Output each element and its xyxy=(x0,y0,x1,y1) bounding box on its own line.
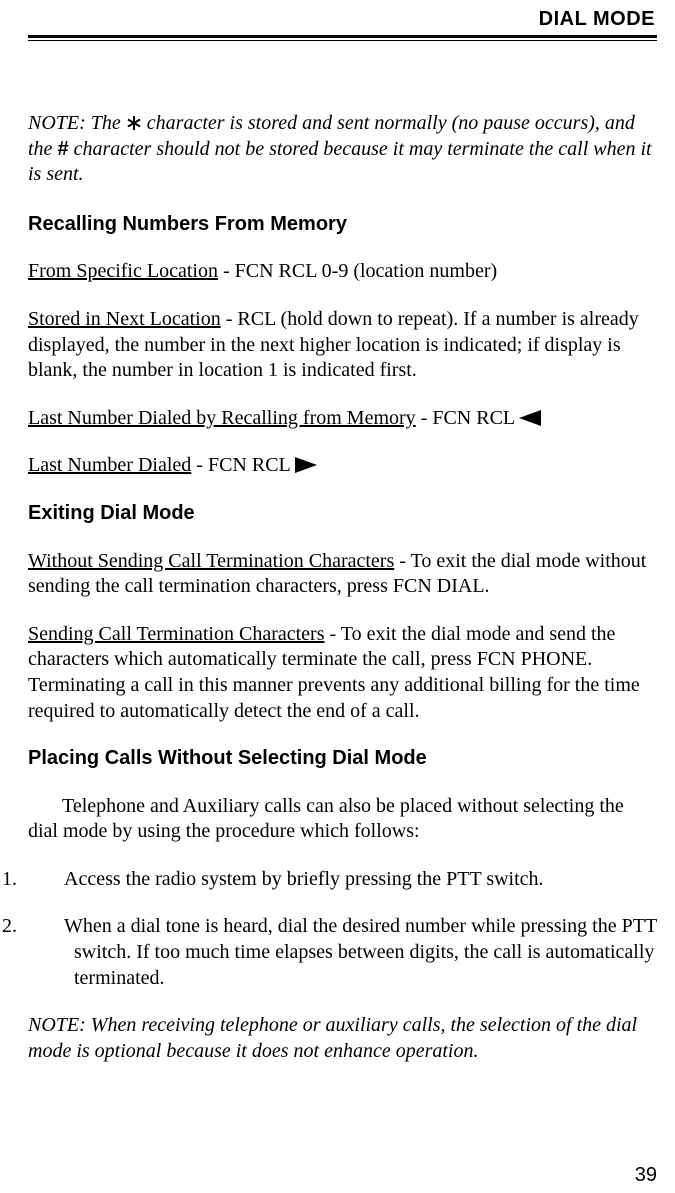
heading-exiting: Exiting Dial Mode xyxy=(28,501,657,527)
text-specific-location: - FCN RCL 0-9 (location number) xyxy=(218,260,497,282)
ordered-steps: 1.Access the radio system by briefly pre… xyxy=(28,867,657,991)
step-text: When a dial tone is heard, dial the desi… xyxy=(64,915,657,988)
header-rule-thick xyxy=(28,35,657,38)
step-number: 2. xyxy=(38,914,64,940)
text-last-memory: - FCN RCL xyxy=(416,407,520,429)
entry-last-memory: Last Number Dialed by Recalling from Mem… xyxy=(28,406,657,432)
label-sending-termination: Sending Call Termination Characters xyxy=(28,623,325,645)
intro-placing: Telephone and Auxiliary calls can also b… xyxy=(28,794,657,845)
note-top-lead: NOTE: The xyxy=(28,112,126,134)
running-header: DIAL MODE xyxy=(28,8,657,31)
hash-char: # xyxy=(57,138,68,160)
triangle-left-icon xyxy=(519,410,541,426)
page-number: 39 xyxy=(635,1164,657,1187)
header-rule-thin xyxy=(28,40,657,41)
step-text: Access the radio system by briefly press… xyxy=(64,868,544,890)
label-without-termination: Without Sending Call Termination Charact… xyxy=(28,550,394,572)
entry-last-dialed: Last Number Dialed - FCN RCL xyxy=(28,453,657,479)
entry-without-termination: Without Sending Call Termination Charact… xyxy=(28,549,657,600)
note-top: NOTE: The character is stored and sent n… xyxy=(28,111,657,188)
entry-sending-termination: Sending Call Termination Characters - To… xyxy=(28,622,657,724)
entry-specific-location: From Specific Location - FCN RCL 0-9 (lo… xyxy=(28,259,657,285)
step-number: 1. xyxy=(38,867,64,893)
triangle-right-icon xyxy=(295,457,317,473)
entry-next-location: Stored in Next Location - RCL (hold down… xyxy=(28,307,657,384)
label-last-memory: Last Number Dialed by Recalling from Mem… xyxy=(28,407,416,429)
asterisk-icon xyxy=(126,115,142,131)
list-item: 2.When a dial tone is heard, dial the de… xyxy=(38,914,657,991)
note-top-after-hash: character should not be stored because i… xyxy=(28,138,652,186)
text-last-dialed: - FCN RCL xyxy=(191,454,295,476)
label-specific-location: From Specific Location xyxy=(28,260,218,282)
list-item: 1.Access the radio system by briefly pre… xyxy=(38,867,657,893)
label-next-location: Stored in Next Location xyxy=(28,308,221,330)
heading-placing: Placing Calls Without Selecting Dial Mod… xyxy=(28,746,657,772)
note-bottom: NOTE: When receiving telephone or auxili… xyxy=(28,1013,657,1064)
label-last-dialed: Last Number Dialed xyxy=(28,454,191,476)
heading-recalling: Recalling Numbers From Memory xyxy=(28,212,657,238)
